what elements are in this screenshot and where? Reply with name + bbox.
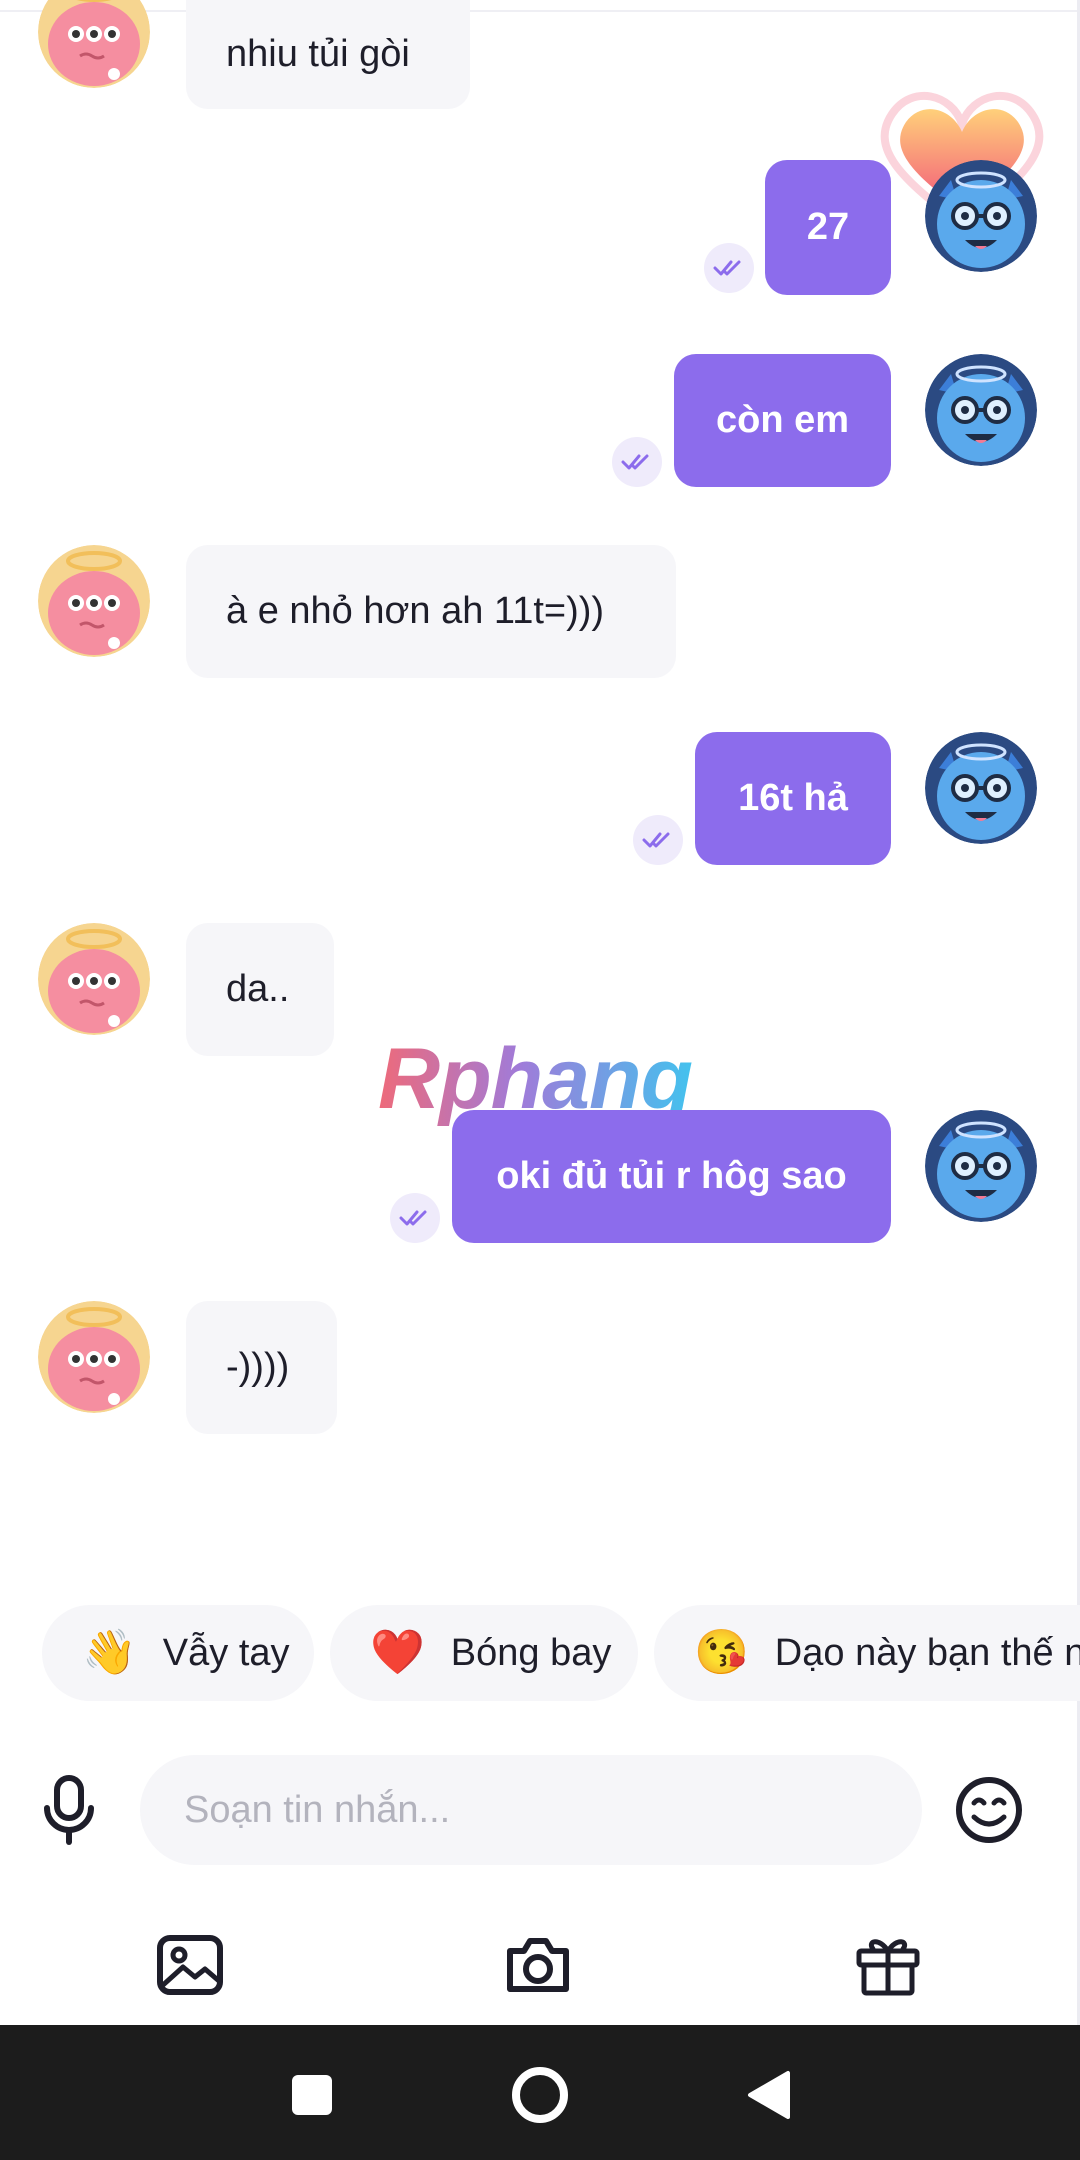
user-avatar[interactable] bbox=[925, 354, 1037, 466]
home-circle-icon[interactable] bbox=[506, 2061, 574, 2129]
chip-label: Bóng bay bbox=[450, 1631, 612, 1674]
message-bubble-incoming[interactable]: -)))) bbox=[186, 1301, 337, 1434]
message-bubble-outgoing[interactable]: còn em bbox=[674, 354, 891, 487]
quick-reply-balloon[interactable]: ❤️ Bóng bay bbox=[330, 1605, 638, 1701]
contact-avatar[interactable] bbox=[38, 0, 150, 88]
message-bubble-incoming[interactable]: da.. bbox=[186, 923, 334, 1056]
gift-icon[interactable] bbox=[848, 1925, 928, 2005]
message-input[interactable] bbox=[140, 1755, 922, 1865]
quick-reply-row: 👋 Vẫy tay ❤️ Bóng bay 😘 Dạo này bạn thế … bbox=[0, 1605, 1080, 1705]
message-text: nhiu tủi gòi bbox=[226, 33, 410, 75]
recents-square-icon[interactable] bbox=[282, 2065, 342, 2125]
top-divider bbox=[0, 10, 1080, 12]
system-nav-bar bbox=[0, 2025, 1080, 2160]
contact-avatar[interactable] bbox=[38, 545, 150, 657]
message-text: 16t hả bbox=[738, 777, 848, 819]
back-triangle-icon[interactable] bbox=[736, 2063, 800, 2127]
message-text: oki đủ tủi r hôg sao bbox=[496, 1155, 847, 1197]
wink-kiss-icon: 😘 bbox=[694, 1628, 749, 1677]
read-receipt-icon bbox=[704, 243, 754, 293]
contact-avatar[interactable] bbox=[38, 1301, 150, 1413]
emoji-icon[interactable] bbox=[944, 1765, 1034, 1855]
chip-label: Vẫy tay bbox=[162, 1631, 290, 1674]
waving-hand-icon: 👋 bbox=[82, 1628, 137, 1677]
quick-reply-wave[interactable]: 👋 Vẫy tay bbox=[42, 1605, 314, 1701]
message-bubble-outgoing[interactable]: 16t hả bbox=[695, 732, 891, 865]
read-receipt-icon bbox=[633, 815, 683, 865]
message-composer bbox=[0, 1735, 1080, 1895]
user-avatar[interactable] bbox=[925, 160, 1037, 272]
message-text: -)))) bbox=[226, 1346, 290, 1388]
message-text: 27 bbox=[806, 206, 850, 248]
read-receipt-icon bbox=[612, 437, 662, 487]
camera-icon[interactable] bbox=[498, 1925, 578, 2005]
message-bubble-incoming[interactable]: à e nhỏ hơn ah 11t=))) bbox=[186, 545, 676, 678]
message-bubble-incoming[interactable]: nhiu tủi gòi bbox=[186, 0, 470, 109]
message-text: còn em bbox=[715, 399, 850, 441]
message-text: à e nhỏ hơn ah 11t=))) bbox=[226, 590, 605, 632]
message-text: da.. bbox=[226, 968, 290, 1010]
message-bubble-outgoing[interactable]: oki đủ tủi r hôg sao bbox=[452, 1110, 891, 1243]
user-avatar[interactable] bbox=[925, 1110, 1037, 1222]
attachment-toolbar bbox=[0, 1905, 1080, 2025]
user-avatar[interactable] bbox=[925, 732, 1037, 844]
quick-reply-how-are-you[interactable]: 😘 Dạo này bạn thế n bbox=[654, 1605, 1080, 1701]
contact-avatar[interactable] bbox=[38, 923, 150, 1035]
image-icon[interactable] bbox=[150, 1925, 230, 2005]
read-receipt-icon bbox=[390, 1193, 440, 1243]
heart-icon: ❤️ bbox=[370, 1628, 425, 1677]
chip-label: Dạo này bạn thế n bbox=[774, 1631, 1080, 1674]
message-bubble-outgoing[interactable]: 27 bbox=[765, 160, 891, 295]
microphone-icon[interactable] bbox=[34, 1765, 104, 1855]
